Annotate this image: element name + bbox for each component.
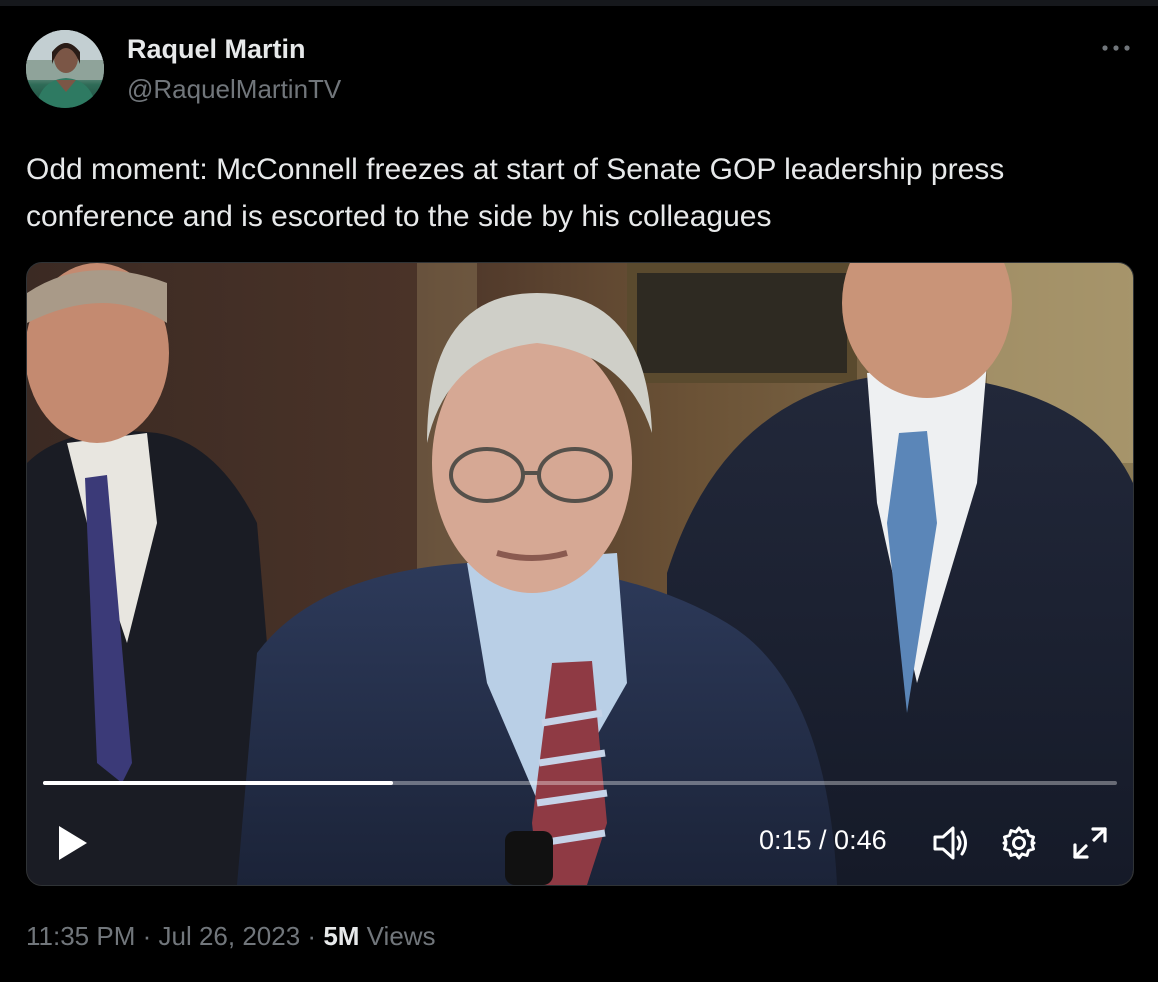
play-icon[interactable] (55, 823, 91, 863)
meta-separator: · (142, 921, 152, 951)
video-progress-fill (43, 781, 394, 785)
views-label: Views (366, 921, 436, 951)
video-timecode: 0:15 / 0:46 (759, 825, 887, 855)
more-horizontal-icon (1102, 45, 1130, 51)
views-count: 5M (323, 921, 360, 951)
tweet-time[interactable]: 11:35 PM (26, 921, 135, 951)
author-handle[interactable]: @RaquelMartinTV (127, 74, 341, 105)
tweet-date[interactable]: Jul 26, 2023 (159, 921, 301, 951)
author-name[interactable]: Raquel Martin (127, 34, 306, 65)
tweet-meta: 11:35 PM · Jul 26, 2023 · 5M Views (26, 921, 436, 952)
volume-icon[interactable] (931, 825, 971, 861)
video-frame (27, 263, 1133, 885)
fullscreen-icon[interactable] (1071, 825, 1109, 861)
avatar[interactable] (26, 30, 104, 108)
tweet-text: Odd moment: McConnell freezes at start o… (26, 153, 1005, 233)
more-options-button[interactable] (1096, 30, 1136, 66)
tweet: Raquel Martin @RaquelMartinTV Odd moment… (0, 0, 1158, 982)
settings-gear-icon[interactable] (1001, 825, 1037, 861)
meta-separator: · (307, 921, 317, 951)
video-progress-bar[interactable] (43, 781, 1117, 785)
video-player[interactable]: 0:15 / 0:46 (26, 262, 1134, 886)
